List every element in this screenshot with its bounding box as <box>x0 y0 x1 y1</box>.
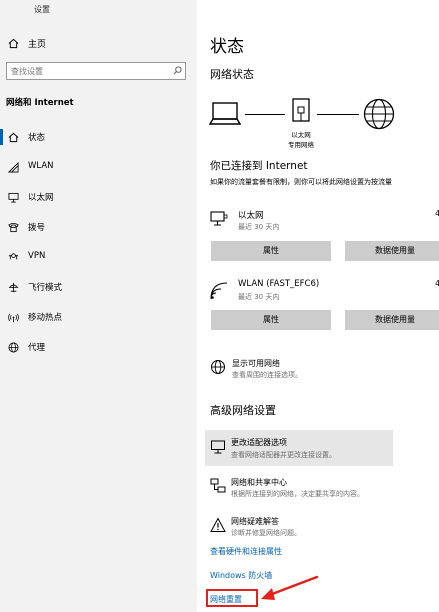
sidebar-item-wlan[interactable]: WLAN <box>0 158 197 176</box>
hardware-properties-link[interactable]: 查看硬件和连接属性 <box>210 546 282 557</box>
show-networks-title: 显示可用网络 <box>232 359 280 368</box>
sidebar-item-vpn[interactable]: VPN <box>0 248 197 266</box>
window-title: 设置 <box>34 5 50 14</box>
advanced-item-title: 网络和共享中心 <box>231 478 287 487</box>
sidebar-item-dialup[interactable]: 拨号 <box>0 218 197 236</box>
vpn-icon <box>8 252 19 263</box>
connected-description: 如果你的流量套餐有限制，则你可以将此网络设置为按流量 <box>210 178 392 186</box>
laptop-icon <box>209 100 241 128</box>
connection-detail: 最近 30 天内 <box>238 293 280 301</box>
sidebar-item-ethernet[interactable]: 以太网 <box>0 188 197 206</box>
connection-name: WLAN (FAST_EFC6) <box>238 279 320 289</box>
warning-icon <box>210 517 226 533</box>
connected-heading: 你已连接到 Internet <box>210 160 308 172</box>
hotspot-icon <box>8 312 19 323</box>
sidebar-item-label: 代理 <box>28 343 46 353</box>
phone-icon <box>8 222 19 233</box>
sidebar-item-label: VPN <box>28 251 46 261</box>
advanced-item-title: 网络疑难解答 <box>231 517 279 526</box>
connection-side-marker: 4 <box>435 279 439 288</box>
connector-line <box>317 114 359 115</box>
diagram-label-line1: 以太网 <box>291 131 311 139</box>
ethernet-properties-button[interactable]: 属性 <box>211 241 331 261</box>
sidebar-item-label: 移动热点 <box>28 313 63 323</box>
wlan-data-usage-button[interactable]: 数据使用量 <box>345 310 439 330</box>
connection-side-marker: 4 <box>435 209 439 218</box>
advanced-item-desc: 诊断并修复网络问题。 <box>231 529 301 537</box>
sidebar-home-label: 主页 <box>28 40 47 50</box>
network-diagram: 以太网 专用网络 <box>207 98 439 154</box>
globe-icon <box>8 342 19 353</box>
wifi-icon <box>210 282 228 300</box>
advanced-item-desc: 根据所连接到的网络，决定要共享的内容。 <box>231 490 364 498</box>
advanced-heading: 高级网络设置 <box>210 404 276 417</box>
ethernet-icon <box>210 211 228 227</box>
sharing-center-icon <box>210 478 226 494</box>
main-content: 状态 网络状态 以太网 专用网络 你已连接到 Internet 如果你的流量套餐… <box>197 0 439 612</box>
sidebar: 设置 主页 网络和 Internet 状态 WLAN 以太网 <box>0 0 197 612</box>
sidebar-home[interactable]: 主页 <box>6 36 156 52</box>
sidebar-item-label: 以太网 <box>28 193 54 203</box>
sidebar-item-status[interactable]: 状态 <box>0 128 197 146</box>
search-box[interactable] <box>6 62 186 80</box>
sidebar-item-airplane[interactable]: 飞行模式 <box>0 278 197 296</box>
show-networks-item[interactable]: 显示可用网络 查看周围的连接选项。 <box>210 356 439 380</box>
wifi-icon <box>8 162 19 173</box>
sidebar-item-label: 拨号 <box>28 223 46 233</box>
sidebar-item-label: WLAN <box>28 161 54 171</box>
sidebar-item-label: 状态 <box>28 133 46 143</box>
active-indicator <box>0 129 3 145</box>
home-icon <box>8 38 19 49</box>
globe-icon <box>363 98 395 130</box>
search-input[interactable] <box>11 64 161 78</box>
monitor-icon <box>210 439 226 455</box>
change-adapter-options[interactable]: 更改适配器选项 查看网络适配器并更改连接设置。 <box>205 430 393 466</box>
sidebar-item-label: 飞行模式 <box>28 283 63 293</box>
sidebar-item-proxy[interactable]: 代理 <box>0 338 197 356</box>
advanced-item-desc: 查看网络适配器并更改连接设置。 <box>231 451 336 459</box>
advanced-item-title: 更改适配器选项 <box>231 438 287 447</box>
home-icon <box>8 132 19 143</box>
network-troubleshooter[interactable]: 网络疑难解答 诊断并修复网络问题。 <box>205 514 434 542</box>
ethernet-data-usage-button[interactable]: 数据使用量 <box>345 241 439 261</box>
ethernet-icon <box>8 192 19 203</box>
annotation-arrow-icon <box>259 574 321 602</box>
wlan-properties-button[interactable]: 属性 <box>211 310 331 330</box>
search-icon[interactable] <box>173 66 182 75</box>
sidebar-item-hotspot[interactable]: 移动热点 <box>0 308 197 326</box>
show-networks-desc: 查看周围的连接选项。 <box>232 371 302 379</box>
connection-wlan: WLAN (FAST_EFC6) 最近 30 天内 4 <box>210 278 439 308</box>
page-title: 状态 <box>210 37 244 57</box>
airplane-icon <box>8 282 19 293</box>
network-status-heading: 网络状态 <box>210 68 254 81</box>
connection-name: 以太网 <box>238 211 264 221</box>
connector-line <box>245 114 285 115</box>
connection-detail: 最近 30 天内 <box>238 223 280 231</box>
annotation-highlight-box <box>206 589 258 607</box>
globe-network-icon <box>210 359 226 375</box>
diagram-label-line2: 专用网络 <box>288 141 314 149</box>
network-sharing-center[interactable]: 网络和共享中心 根据所连接到的网络，决定要共享的内容。 <box>205 474 434 502</box>
ethernet-port-icon <box>291 98 311 128</box>
sidebar-section-title: 网络和 Internet <box>6 98 74 108</box>
